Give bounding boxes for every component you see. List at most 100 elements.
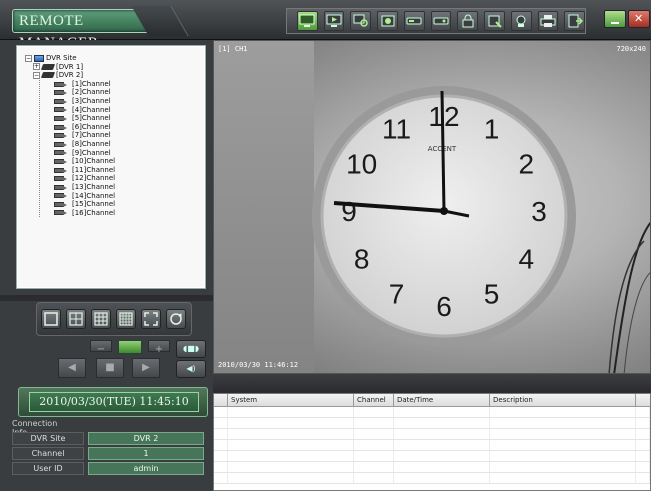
print-icon[interactable] [537,11,559,31]
collapse-icon[interactable]: − [25,54,32,62]
tree-channel-label: [6]Channel [72,122,111,131]
conn-value: admin [88,462,204,475]
tree-channel-label: [5]Channel [72,114,111,123]
tree-channel-item[interactable]: [2]Channel [54,88,205,97]
left-panel: − DVR Site + [DVR 1] − [DVR 2] [1]Channe… [0,40,213,491]
monitor-view-icon[interactable] [297,11,318,31]
tree-node-dvr1[interactable]: + [DVR 1] [25,63,205,72]
dvr-icon [40,63,56,70]
conn-row-user-id: User ID admin [12,462,208,476]
ptz-center-button[interactable] [118,340,142,354]
camera-icon [54,115,67,121]
clock-numeral: 11 [382,114,411,145]
camera-icon [54,107,67,113]
record-icon[interactable] [377,11,398,31]
tree-channel-item[interactable]: [7]Channel [54,131,205,140]
tree-channel-item[interactable]: [10]Channel [54,157,205,166]
layout-toolbar [36,302,192,336]
collapse-icon[interactable]: − [33,71,40,79]
ptz-left-button[interactable]: ◀ [58,358,86,378]
camera-icon [54,81,67,87]
clock-numeral: 8 [354,244,370,275]
datetime-panel: 2010/03/30(TUE) 11:45:10 [18,387,208,417]
log-col-datetime[interactable]: Date/Time [394,394,490,406]
tree-channel-item[interactable]: [9]Channel [54,149,205,158]
log-divider [213,374,651,392]
lock-icon[interactable] [457,11,479,31]
log-header: System Channel Date/Time Description [214,394,650,407]
fullscreen-button[interactable] [141,309,161,329]
tree-channel-label: [13]Channel [72,182,116,191]
conn-row-dvr-site: DVR Site DVR 2 [12,432,208,446]
log-row[interactable] [214,407,650,418]
device-icon[interactable] [430,11,452,31]
tree-channel-item[interactable]: [6]Channel [54,123,205,132]
tree-channel-label: [2]Channel [72,88,111,97]
log-col-check[interactable] [214,394,228,406]
close-button[interactable] [628,10,650,28]
backup-icon[interactable] [403,11,425,31]
log-col-extra[interactable] [636,394,650,406]
tree-root[interactable]: − DVR Site [25,54,205,63]
clock-numeral: 1 [484,114,500,145]
wall-clock: 121234567891011 ACCENT [312,86,650,373]
snapshot-icon[interactable] [510,11,532,31]
tree-channel-item[interactable]: [8]Channel [54,140,205,149]
nine-view-button[interactable] [91,309,111,329]
tree-channel-item[interactable]: [12]Channel [54,174,205,183]
sixteen-view-button[interactable] [116,309,136,329]
tree-channel-label: [14]Channel [72,191,116,200]
tree-channel-item[interactable]: [13]Channel [54,183,205,192]
log-row[interactable] [214,462,650,473]
log-row[interactable] [214,473,650,484]
quad-view-button[interactable] [66,309,86,329]
camera-icon [54,90,67,96]
minimize-button[interactable] [604,10,626,28]
conn-label: Channel [12,447,84,460]
title-bar: REMOTE MANAGER [0,0,651,51]
tree-channel-item[interactable]: [11]Channel [54,166,205,175]
connection-info-title: Connection Info [12,419,58,437]
setup-icon[interactable] [484,11,505,31]
ptz-zoom-in-button[interactable]: + [148,340,170,355]
single-view-button[interactable] [41,309,61,329]
ptz-zoom-out-button[interactable]: − [90,340,112,355]
expand-icon[interactable]: + [33,63,40,71]
tree-channel-item[interactable]: [4]Channel [54,106,205,115]
clock-numeral: 10 [346,149,377,180]
exit-icon[interactable] [564,11,586,31]
tree-channel-item[interactable]: [14]Channel [54,192,205,201]
tree-node-dvr2[interactable]: − [DVR 2] [25,71,205,80]
conn-label: DVR Site [12,432,84,445]
conn-value: DVR 2 [88,432,204,445]
current-datetime: 2010/03/30(TUE) 11:45:10 [29,392,199,412]
tree-channel-item[interactable]: [1]Channel [54,80,205,89]
tree-channel-item[interactable]: [3]Channel [54,97,205,106]
main-toolbar [286,8,586,34]
sequence-button[interactable] [166,309,186,329]
tree-channel-item[interactable]: [16]Channel [54,209,205,218]
log-row[interactable] [214,418,650,429]
clock-numeral: 6 [436,291,452,322]
log-col-description[interactable]: Description [490,394,636,406]
clock-numeral: 7 [389,278,405,309]
tree-channel-item[interactable]: [15]Channel [54,200,205,209]
ptz-right-button[interactable]: ▶ [132,358,160,378]
event-log-table[interactable]: System Channel Date/Time Description [213,393,651,491]
search-icon[interactable] [350,11,372,31]
log-row[interactable] [214,451,650,462]
video-timestamp: 2010/03/30 11:46:12 [218,361,299,369]
tree-root-label: DVR Site [46,54,77,62]
log-col-channel[interactable]: Channel [354,394,394,406]
ptz-stop-button[interactable]: ■ [96,358,124,378]
conn-row-channel: Channel 1 [12,447,208,461]
playback-icon[interactable] [323,11,345,31]
camera-icon [54,158,67,164]
log-col-system[interactable]: System [228,394,354,406]
log-row[interactable] [214,440,650,451]
log-row[interactable] [214,429,650,440]
record-toggle-button[interactable]: ◖■◗ [176,340,206,358]
tree-channel-item[interactable]: [5]Channel [54,114,205,123]
audio-button[interactable]: ◀) [176,360,206,378]
video-view[interactable]: 121234567891011 ACCENT [1] CH1 720x240 2… [213,40,651,374]
